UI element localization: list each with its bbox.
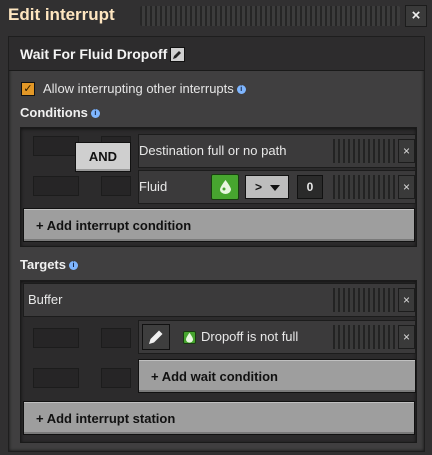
add-interrupt-station-button[interactable]: + Add interrupt station <box>23 401 415 435</box>
condition-row[interactable]: Destination full or no path × <box>138 134 416 168</box>
window-title: Edit interrupt <box>8 5 115 24</box>
remove-station-button[interactable]: × <box>398 288 415 312</box>
allow-interrupting-label: Allow interrupting other interrupts <box>43 81 234 96</box>
condition-row[interactable]: Fluid > 0 × <box>138 170 416 204</box>
drag-handle[interactable] <box>333 175 395 199</box>
fluid-amount-field[interactable]: 0 <box>297 175 323 199</box>
rename-button[interactable] <box>170 47 185 62</box>
fluid-drop-icon[interactable] <box>211 174 239 200</box>
wait-slot <box>33 368 79 388</box>
pencil-icon <box>149 330 163 344</box>
add-wait-condition-button[interactable]: + Add wait condition <box>138 359 416 393</box>
station-row[interactable]: Buffer × <box>23 283 416 317</box>
chevron-down-icon <box>270 185 280 191</box>
wait-condition-label: Dropoff is not full <box>201 329 299 344</box>
add-interrupt-condition-button[interactable]: + Add interrupt condition <box>23 208 415 242</box>
wait-slot <box>101 368 131 388</box>
interrupt-editor: Wait For Fluid Dropoff ✓ Allow interrupt… <box>8 36 425 452</box>
conditions-title: Conditions <box>20 105 88 120</box>
and-toggle-button[interactable]: AND <box>75 142 131 172</box>
info-icon[interactable]: i <box>69 261 78 271</box>
drag-handle[interactable] <box>333 325 395 349</box>
logic-slot <box>33 136 79 156</box>
edit-wait-condition-button[interactable] <box>142 324 170 350</box>
comparator-dropdown[interactable]: > <box>245 175 289 199</box>
title-bar[interactable]: Edit interrupt × <box>0 0 432 32</box>
targets-title: Targets <box>20 257 66 272</box>
remove-condition-button[interactable]: × <box>398 175 415 199</box>
targets-panel: Buffer × Dropoff is not full × + Add wai… <box>20 280 417 443</box>
allow-interrupting-checkbox[interactable]: ✓ <box>21 82 35 96</box>
interrupt-name: Wait For Fluid Dropoff <box>20 46 168 62</box>
drag-handle[interactable] <box>333 139 395 163</box>
wait-slot <box>33 328 79 348</box>
drag-handle[interactable] <box>140 6 400 26</box>
close-button[interactable]: × <box>405 5 427 27</box>
logic-slot <box>33 176 79 196</box>
remove-condition-button[interactable]: × <box>398 139 415 163</box>
wait-slot <box>101 328 131 348</box>
fluid-drop-icon <box>183 331 196 344</box>
info-icon[interactable]: i <box>236 85 246 95</box>
pencil-icon <box>173 51 181 59</box>
logic-slot <box>101 176 131 196</box>
station-name: Buffer <box>28 292 63 307</box>
interrupt-header: Wait For Fluid Dropoff <box>9 37 424 71</box>
condition-label: Fluid <box>139 179 168 194</box>
condition-label: Destination full or no path <box>139 143 287 158</box>
remove-wait-condition-button[interactable]: × <box>398 325 415 349</box>
wait-condition-row[interactable]: Dropoff is not full × <box>138 320 416 354</box>
conditions-panel: AND Destination full or no path × Fluid … <box>20 127 417 247</box>
info-icon[interactable]: i <box>90 109 100 119</box>
comparator-value: > <box>255 180 263 194</box>
drag-handle[interactable] <box>333 288 395 312</box>
